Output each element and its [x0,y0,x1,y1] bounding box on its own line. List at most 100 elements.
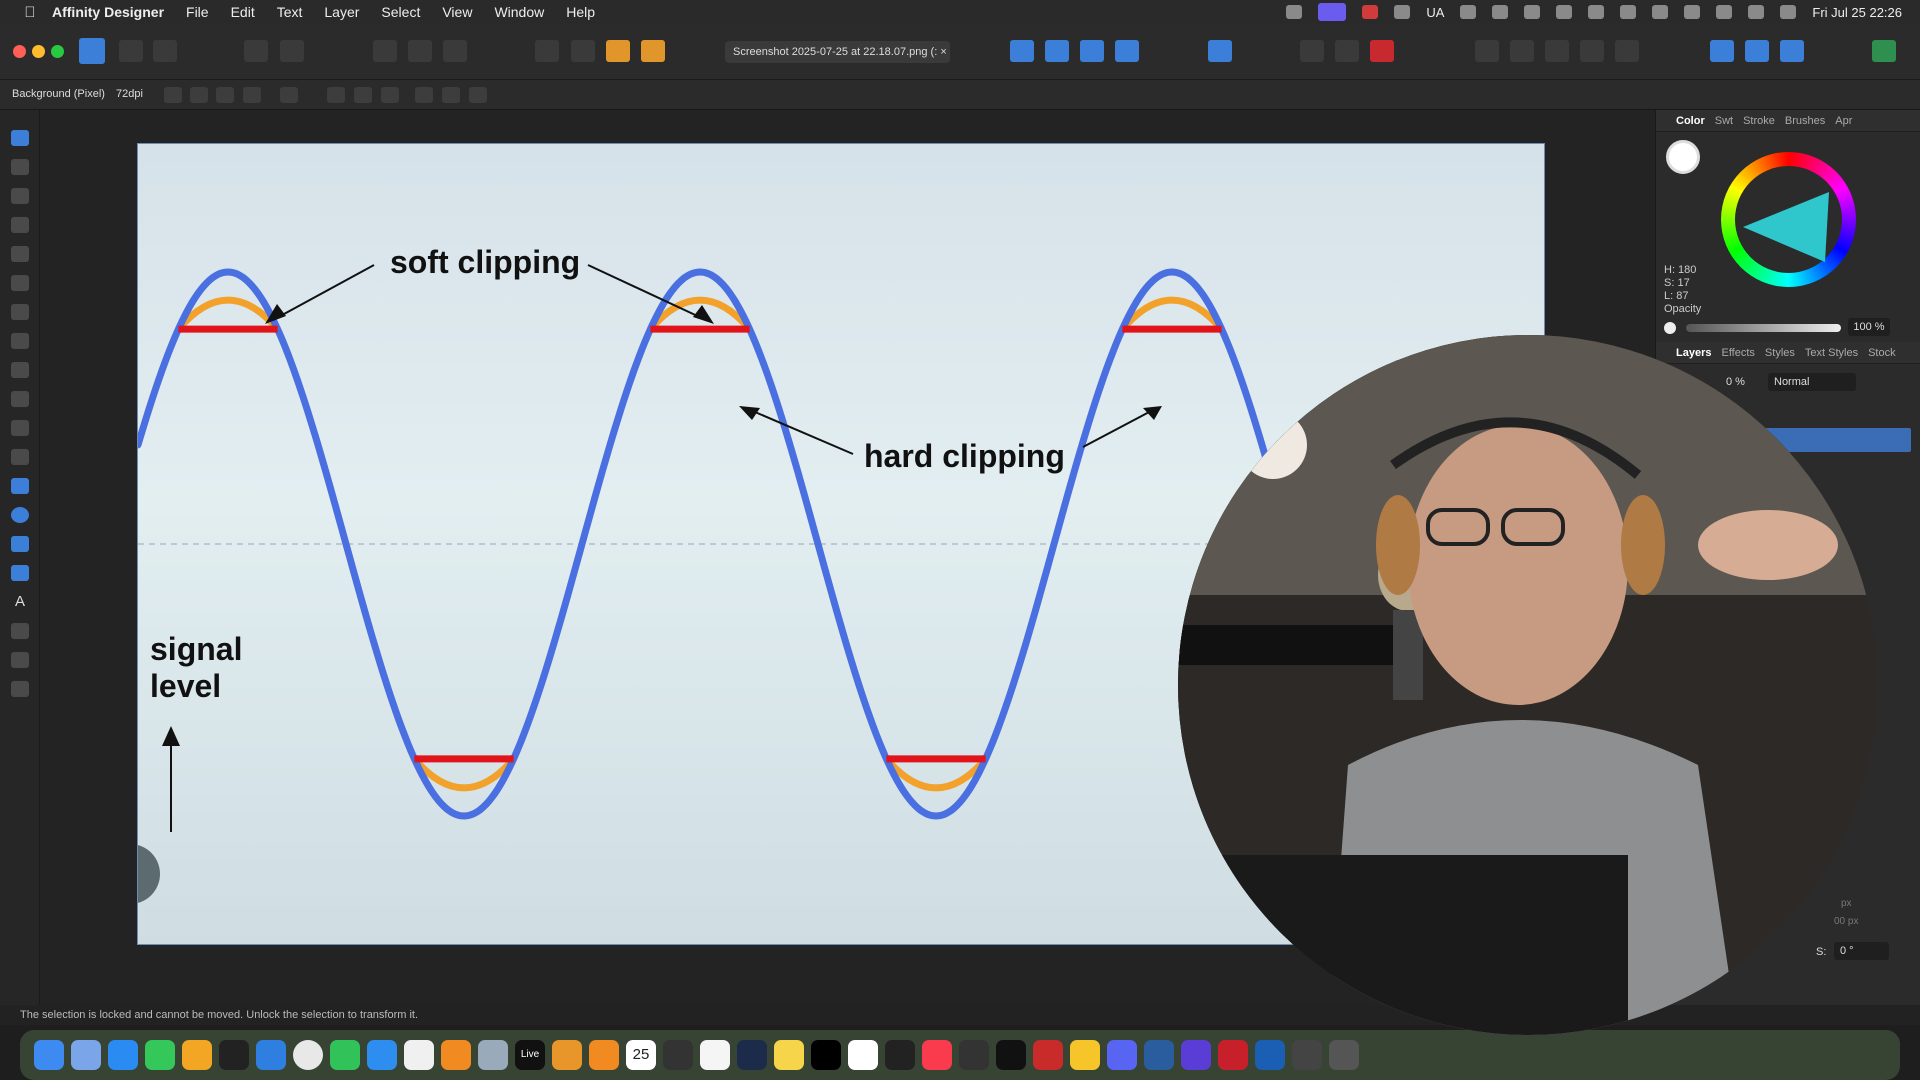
vst-app-icon[interactable] [478,1040,508,1070]
rotate-icon[interactable] [408,40,432,62]
move-tool-icon[interactable] [11,130,29,146]
tray-app-icon[interactable] [1394,5,1411,19]
discord-icon[interactable] [1107,1040,1137,1070]
align-top-icon[interactable] [415,87,433,103]
align-middle-icon[interactable] [442,87,460,103]
transform-field-2[interactable]: 00 px [1834,916,1858,927]
text-tool-icon[interactable]: A [11,594,29,610]
pen-app-icon[interactable] [1362,5,1379,19]
menu-layer[interactable]: Layer [324,4,359,20]
pixel-persona-icon[interactable] [119,40,143,62]
music-icon[interactable] [922,1040,952,1070]
boolean-subtract-icon[interactable] [1510,40,1534,62]
wifi-icon[interactable] [1684,5,1701,19]
tab-text-styles[interactable]: Text Styles [1805,347,1858,359]
battery-icon[interactable] [1652,5,1669,19]
menu-text[interactable]: Text [277,4,303,20]
layer-opacity-field[interactable]: 0 % [1726,376,1745,388]
triangle-tool-icon[interactable] [11,565,29,581]
tab-swatches[interactable]: Swt [1715,115,1733,127]
tab-appearance[interactable]: Apr [1835,115,1852,127]
close-window-button[interactable] [13,45,26,58]
screen-record-icon[interactable] [1318,3,1347,21]
insert-top-icon[interactable] [1780,40,1804,62]
tab-brushes[interactable]: Brushes [1785,115,1825,127]
messages-icon[interactable] [330,1040,360,1070]
opacity-slider[interactable] [1686,324,1841,332]
chrome-icon[interactable] [293,1040,323,1070]
terminal-icon[interactable] [996,1040,1026,1070]
view-icon[interactable] [190,87,208,103]
zoom-tool-icon[interactable] [11,681,29,697]
hand-tool-icon[interactable] [11,652,29,668]
finder-icon[interactable] [34,1040,64,1070]
tab-stroke[interactable]: Stroke [1743,115,1775,127]
menu-edit[interactable]: Edit [231,4,255,20]
grid-icon[interactable] [1300,40,1324,62]
midi-app-icon[interactable] [885,1040,915,1070]
menu-window[interactable]: Window [494,4,544,20]
place-image-tool-icon[interactable] [11,420,29,436]
app-name-menu[interactable]: Affinity Designer [52,4,164,20]
reminders-icon[interactable] [700,1040,730,1070]
align-left-icon[interactable] [327,87,345,103]
xcode-icon[interactable] [1144,1040,1174,1070]
control-center-icon[interactable] [1748,5,1765,19]
arrange-backward-icon[interactable] [571,40,595,62]
safari-icon[interactable] [256,1040,286,1070]
arrange-forward-icon[interactable] [606,40,630,62]
network-icon[interactable] [1460,5,1477,19]
align-bottom-icon[interactable] [469,87,487,103]
cyberduck-icon[interactable] [1070,1040,1100,1070]
geometry-icon[interactable] [443,40,467,62]
minimize-window-button[interactable] [32,45,45,58]
fl-studio-icon[interactable] [552,1040,582,1070]
color-triangle[interactable] [1721,152,1856,287]
boolean-add-icon[interactable] [1475,40,1499,62]
rotate-right-icon[interactable] [1115,40,1139,62]
database-app-icon[interactable] [1033,1040,1063,1070]
brush-tool-icon[interactable] [11,333,29,349]
zoom-window-button[interactable] [51,45,64,58]
crop-tool-icon[interactable] [11,449,29,465]
photos-icon[interactable] [404,1040,434,1070]
artboard-tool-icon[interactable] [11,159,29,175]
fill-color-well[interactable] [1666,140,1700,174]
numbers-icon[interactable] [145,1040,175,1070]
transparency-tool-icon[interactable] [11,391,29,407]
color-picker-tool-icon[interactable] [11,623,29,639]
tab-stock[interactable]: Stock [1868,347,1896,359]
menu-file[interactable]: File [186,4,209,20]
magnet-icon[interactable] [1370,40,1394,62]
eyedropper-icon[interactable] [1716,140,1728,152]
pencil-tool-icon[interactable] [11,304,29,320]
launchpad-icon[interactable] [71,1040,101,1070]
color-wheel[interactable] [1721,152,1856,287]
node-tool-icon[interactable] [11,188,29,204]
pen-tool-icon[interactable] [11,275,29,291]
align-right-icon[interactable] [381,87,399,103]
align-center-icon[interactable] [354,87,372,103]
transform-field-1[interactable]: px [1841,898,1852,909]
boolean-xor-icon[interactable] [1580,40,1604,62]
corner-tool-icon[interactable] [11,246,29,262]
fill-tool-icon[interactable] [11,362,29,378]
input-source[interactable]: UA [1426,5,1444,20]
pdf-app-icon[interactable] [1218,1040,1248,1070]
clock[interactable]: Fri Jul 25 22:26 [1812,5,1902,20]
app-store-icon[interactable] [108,1040,138,1070]
notes-icon[interactable] [774,1040,804,1070]
document-tab[interactable]: Screenshot 2025-07-25 at 22.18.07.png (:… [725,41,950,63]
transform-mode-icon[interactable] [373,40,397,62]
calculator-icon[interactable] [663,1040,693,1070]
resize-icon[interactable] [216,87,234,103]
info-icon[interactable] [1620,5,1637,19]
user-icon[interactable] [1780,5,1797,19]
export-persona-icon[interactable] [153,40,177,62]
clipboard-icon[interactable] [1492,5,1509,19]
replace-image-icon[interactable] [280,87,298,103]
menu-select[interactable]: Select [381,4,420,20]
elephant-app-icon[interactable] [959,1040,989,1070]
mixer-app-icon[interactable] [589,1040,619,1070]
arrange-back-icon[interactable] [535,40,559,62]
